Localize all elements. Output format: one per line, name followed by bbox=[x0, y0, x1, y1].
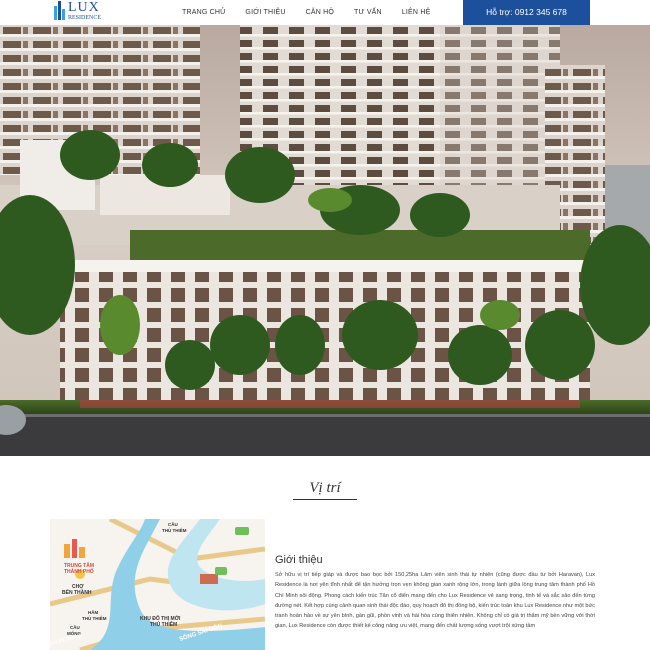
city-center-icon bbox=[64, 544, 70, 558]
site-header: LUX RESIDENCE TRANG CHỦ GIỚI THIỆU CĂN H… bbox=[0, 0, 650, 25]
main-nav: TRANG CHỦ GIỚI THIỆU CĂN HỘ TƯ VẤN LIÊN … bbox=[172, 0, 440, 25]
svg-text:THỦ THIÊM: THỦ THIÊM bbox=[162, 526, 187, 533]
hero-image bbox=[0, 25, 650, 456]
location-map[interactable]: TRUNG TÂM THÀNH PHỐ CHỢ BẾN THÀNH KHU ĐÔ… bbox=[50, 519, 265, 650]
nav-home[interactable]: TRANG CHỦ bbox=[172, 0, 235, 25]
logo-sub: RESIDENCE bbox=[68, 15, 101, 21]
hotline-button[interactable]: Hỗ trợ: 0912 345 678 bbox=[463, 0, 590, 25]
logo-name: LUX bbox=[68, 0, 100, 15]
svg-text:THÀNH PHỐ: THÀNH PHỐ bbox=[64, 568, 94, 575]
nav-apartments[interactable]: CĂN HỘ bbox=[296, 0, 344, 25]
nav-about[interactable]: GIỚI THIỆU bbox=[235, 0, 295, 25]
svg-text:TRUNG TÂM: TRUNG TÂM bbox=[64, 562, 94, 569]
nav-consult[interactable]: TƯ VẤN bbox=[344, 0, 392, 25]
intro-paragraph: Sở hữu vị trí tiếp giáp và được bao bọc … bbox=[275, 572, 595, 630]
svg-text:KHU ĐÔ THỊ MỚI: KHU ĐÔ THỊ MỚI bbox=[140, 614, 181, 622]
logo-building-icon bbox=[54, 1, 65, 20]
svg-text:THỦ THIÊM: THỦ THIÊM bbox=[82, 614, 107, 621]
intro-heading: Giới thiệu bbox=[275, 554, 323, 566]
nav-contact[interactable]: LIÊN HỆ bbox=[392, 0, 441, 25]
section-title: Vị trí bbox=[309, 480, 341, 496]
svg-text:HẦM: HẦM bbox=[88, 609, 98, 615]
svg-text:CẦU: CẦU bbox=[70, 624, 80, 630]
svg-text:THỦ THIÊM: THỦ THIÊM bbox=[150, 620, 177, 628]
title-underline bbox=[293, 499, 357, 500]
logo[interactable]: LUX RESIDENCE bbox=[52, 0, 101, 22]
svg-text:BẾN THÀNH: BẾN THÀNH bbox=[62, 589, 92, 596]
svg-text:CẦU: CẦU bbox=[168, 521, 178, 527]
